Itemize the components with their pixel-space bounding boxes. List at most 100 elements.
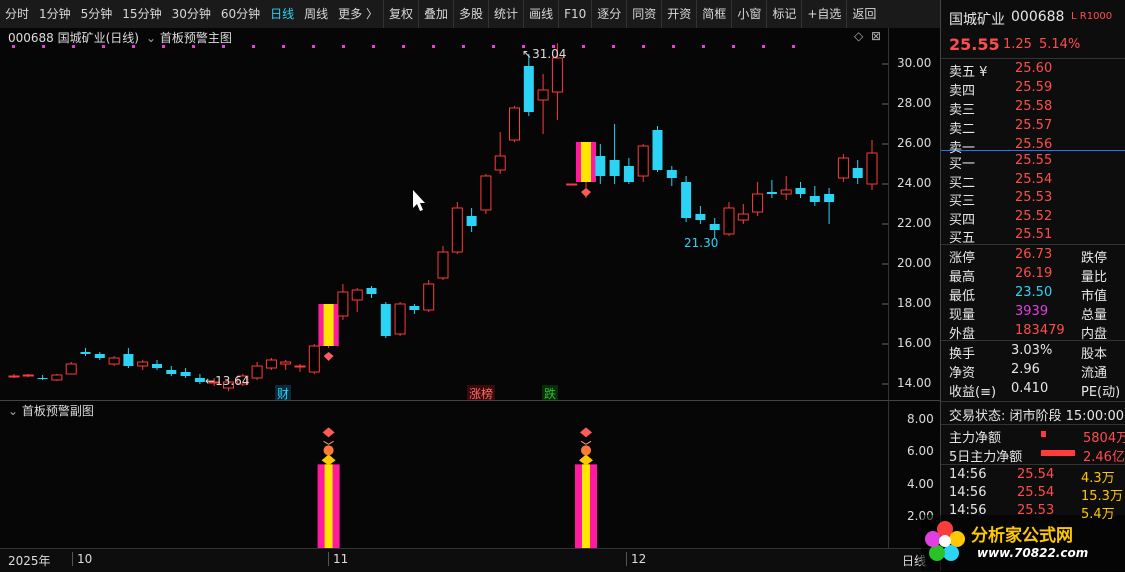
- time-label: 11: [328, 552, 348, 566]
- low-annotation: ←13.64: [205, 374, 250, 388]
- tick-time: 14:56: [949, 467, 987, 482]
- time-label: 10: [72, 552, 92, 566]
- candle: [681, 176, 692, 222]
- ask-label: 卖三: [949, 103, 976, 118]
- candle: [380, 302, 391, 338]
- candle: [809, 186, 820, 206]
- toolbar-item-19[interactable]: 小窗: [731, 0, 766, 28]
- toolbar-item-11[interactable]: 多股: [453, 0, 488, 28]
- candle: [194, 374, 205, 384]
- sub-chart-area[interactable]: [0, 418, 888, 548]
- price-tick: 28.00: [897, 96, 932, 110]
- toolbar-item-9[interactable]: 复权: [383, 0, 418, 28]
- price-change: 1.25: [1003, 37, 1032, 52]
- ask-label: 卖四: [949, 84, 976, 99]
- candle: [509, 106, 520, 142]
- candle: [351, 288, 363, 312]
- signal-icon: [581, 445, 591, 456]
- tick-time: 14:56: [949, 485, 987, 500]
- high-annotation: ↖31.04: [522, 47, 567, 61]
- tick-volume: 5.4万: [1081, 507, 1115, 522]
- candle: [695, 206, 706, 224]
- candle: [318, 304, 339, 348]
- candlestick-chart[interactable]: [0, 28, 888, 400]
- signal-dot: [672, 45, 675, 48]
- flow-label: 5日主力净额: [949, 450, 1023, 465]
- candle: [123, 348, 134, 368]
- stat-value: 26.19: [1015, 266, 1053, 281]
- price-tick: 20.00: [897, 256, 932, 270]
- toolbar-item-20[interactable]: 标记: [766, 0, 801, 28]
- stat-value: 23.50: [1015, 285, 1053, 300]
- candle: [595, 144, 606, 184]
- flow-bar: [1041, 431, 1046, 437]
- ask-price: 25.60: [1015, 61, 1053, 76]
- candle: [752, 182, 764, 216]
- toolbar-item-2[interactable]: 5分钟: [76, 0, 118, 28]
- toolbar-item-10[interactable]: 叠加: [418, 0, 453, 28]
- signal-dot: [342, 45, 345, 48]
- candle: [837, 154, 849, 182]
- toolbar-item-15[interactable]: 逐分: [591, 0, 626, 28]
- ask-price: 25.59: [1015, 80, 1053, 95]
- stock-code: 000688: [1011, 9, 1065, 25]
- toolbar-item-13[interactable]: 画线: [523, 0, 558, 28]
- price-tick: 18.00: [897, 296, 932, 310]
- signal-dot: [492, 45, 495, 48]
- signal-bar-chart[interactable]: [0, 418, 888, 548]
- fund-label-right: 流通: [1081, 366, 1108, 381]
- signal-dot: [192, 45, 195, 48]
- candle: [494, 132, 506, 174]
- signal-dot: [762, 45, 765, 48]
- toolbar-item-8[interactable]: 更多 〉: [333, 0, 383, 28]
- time-label: 12: [626, 552, 646, 566]
- toolbar-item-18[interactable]: 简框: [696, 0, 731, 28]
- toolbar-item-16[interactable]: 同资: [626, 0, 661, 28]
- toolbar-item-1[interactable]: 1分钟: [34, 0, 76, 28]
- candle: [366, 286, 377, 298]
- sub-tick: 4.00: [907, 476, 934, 491]
- signal-dot: [732, 45, 735, 48]
- signal-dot: [132, 45, 135, 48]
- sub-indicator-label[interactable]: ⌄ 首板预警副图: [8, 402, 94, 419]
- candle: [251, 362, 263, 380]
- toolbar-item-0[interactable]: 分时: [0, 0, 34, 28]
- chart-toolbar: 分时 1分钟 5分钟 15分钟 30分钟 60分钟 日线 周线 更多 〉复权 叠加 多股 统计 画线 F1…: [0, 0, 940, 29]
- bid-price: 25.55: [1015, 153, 1053, 168]
- signal-dot: [282, 45, 285, 48]
- toolbar-item-6[interactable]: 日线: [265, 0, 299, 28]
- signal-icon: [321, 454, 336, 466]
- toolbar-item-22[interactable]: 返回: [846, 0, 881, 28]
- toolbar-item-12[interactable]: 统计: [488, 0, 523, 28]
- candle: [180, 368, 191, 378]
- candle: [537, 74, 549, 134]
- candle: [780, 176, 792, 200]
- sub-tick: 6.00: [907, 444, 934, 459]
- toolbar-item-21[interactable]: +自选: [801, 0, 846, 28]
- candle: [451, 202, 463, 254]
- signal-dot: [582, 45, 585, 48]
- toolbar-item-5[interactable]: 60分钟: [216, 0, 265, 28]
- candle: [609, 124, 620, 184]
- fund-value: 3.03%: [1011, 343, 1053, 358]
- candle: [795, 182, 806, 198]
- stat-label: 现量: [949, 308, 976, 323]
- signal-dot: [462, 45, 465, 48]
- main-chart-area[interactable]: 000688 国城矿业(日线) ⌄ 首板预警主图 ◇ ⊠ ↖31.04 ←13.…: [0, 28, 888, 402]
- toolbar-item-4[interactable]: 30分钟: [167, 0, 216, 28]
- flow-label: 主力净额: [949, 431, 1002, 446]
- toolbar-item-14[interactable]: F10: [558, 0, 591, 28]
- fund-label-right: PE(动): [1081, 385, 1121, 400]
- toolbar-item-17[interactable]: 开资: [661, 0, 696, 28]
- tick-price: 25.53: [1017, 503, 1055, 518]
- candle: [480, 174, 492, 214]
- toolbar-item-3[interactable]: 15分钟: [117, 0, 166, 28]
- candle: [137, 360, 149, 370]
- candle: [37, 375, 48, 380]
- main-price-axis: 14.00 16.00 18.00 20.00 22.00 24.00 26.00 28.00…: [888, 28, 941, 400]
- candle: [437, 246, 449, 280]
- candle: [108, 356, 120, 366]
- stat-label: 最低: [949, 289, 976, 304]
- bid-label: 买二: [949, 175, 976, 191]
- toolbar-item-7[interactable]: 周线: [299, 0, 333, 28]
